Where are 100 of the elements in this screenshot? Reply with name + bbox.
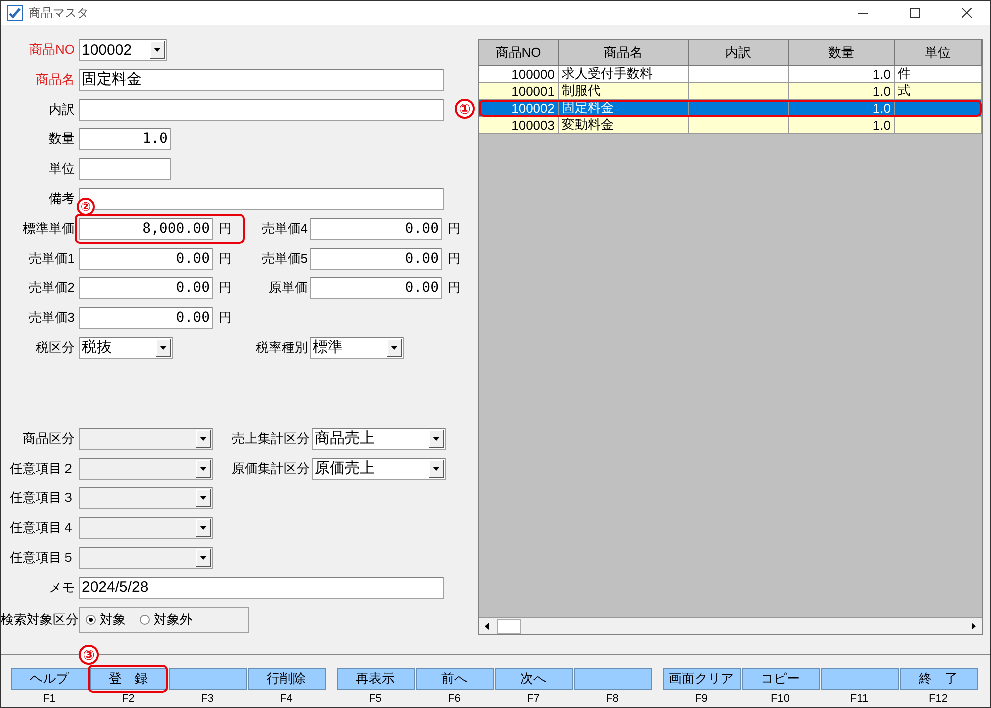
field-label: 備考	[48, 190, 76, 208]
dropdown-field[interactable]	[79, 517, 213, 540]
dropdown-field[interactable]	[79, 458, 213, 480]
function-button[interactable]: 終 了	[900, 668, 978, 690]
function-button[interactable]	[168, 668, 246, 690]
dropdown-button[interactable]	[429, 460, 444, 478]
number-field[interactable]: 0.00	[310, 248, 442, 270]
table-cell: 変動料金	[559, 117, 689, 134]
key-label: F1	[43, 693, 56, 706]
table-cell: 100003	[479, 117, 559, 134]
dropdown-field[interactable]: 標準	[310, 336, 404, 359]
callout-number: ①	[455, 99, 475, 119]
currency-label: 円	[219, 309, 233, 328]
function-button[interactable]: 次へ	[494, 668, 572, 690]
text-field[interactable]: 1.0	[79, 128, 171, 150]
dropdown-button[interactable]	[196, 430, 211, 448]
caret-icon	[200, 466, 207, 471]
caret-icon	[160, 346, 167, 350]
dropdown-field[interactable]	[79, 428, 213, 450]
caret-icon	[433, 436, 440, 441]
dropdown-button[interactable]	[387, 338, 402, 357]
number-field[interactable]: 0.00	[79, 307, 213, 330]
text-field[interactable]	[79, 158, 171, 180]
caret-icon	[200, 496, 207, 500]
number-field[interactable]: 8,000.00	[79, 218, 213, 240]
table-cell: 1.0	[789, 83, 895, 100]
dropdown-button[interactable]	[429, 430, 444, 448]
key-label: F4	[280, 693, 293, 706]
number-field[interactable]: 0.00	[310, 218, 442, 240]
dropdown-button[interactable]	[196, 548, 211, 567]
dropdown-button[interactable]	[156, 338, 171, 357]
field-label: 任意項目３	[9, 489, 76, 508]
currency-label: 円	[448, 250, 462, 268]
radio-option[interactable]: 対象外	[140, 610, 193, 629]
field-label: 売単価1	[28, 250, 76, 268]
field-label: 任意項目５	[9, 548, 76, 567]
function-button[interactable]	[574, 668, 652, 690]
field-label: 売単価2	[28, 279, 76, 298]
table-cell: 制服代	[559, 83, 689, 100]
currency-label: 円	[219, 220, 233, 238]
dropdown-field[interactable]: 100002	[79, 39, 167, 61]
field-label: 任意項目４	[9, 519, 76, 538]
currency-label: 円	[448, 279, 462, 298]
maximize-icon[interactable]	[910, 8, 920, 18]
function-button[interactable]: 画面クリア	[662, 668, 740, 690]
grid-row[interactable]: 100001 制服代 1.0 式	[479, 83, 982, 100]
close-icon[interactable]	[962, 8, 972, 18]
field-label: 内訳	[48, 100, 76, 119]
key-label: F5	[369, 693, 382, 706]
function-button[interactable]: 行削除	[248, 668, 326, 690]
field-label: 売単価4	[260, 220, 309, 238]
dropdown-button[interactable]	[196, 489, 211, 508]
field-label: 標準単価	[22, 220, 76, 238]
window-title: 商品マスタ	[29, 4, 90, 22]
dropdown-button[interactable]	[196, 460, 211, 478]
grid-row[interactable]: 100003 変動料金 1.0	[479, 117, 982, 134]
text-field[interactable]	[79, 188, 444, 210]
column-header[interactable]: 単位	[895, 40, 982, 66]
radio-option[interactable]: 対象	[86, 610, 126, 629]
function-button[interactable]: 前へ	[416, 668, 494, 690]
caret-icon	[200, 556, 207, 560]
dropdown-field[interactable]	[79, 487, 213, 510]
key-label: F12	[929, 693, 948, 706]
right-arrow-icon	[972, 622, 976, 630]
field-label: メモ	[48, 578, 76, 597]
dropdown-field[interactable]: 商品売上	[312, 428, 446, 450]
field-label: 任意項目２	[9, 460, 76, 478]
field-label: 数量	[48, 130, 76, 148]
text-field[interactable]: 2024/5/28	[79, 576, 444, 599]
field-label: 検索対象区分	[1, 610, 79, 629]
dropdown-button[interactable]	[150, 41, 165, 59]
caret-icon	[433, 466, 440, 471]
key-label: F3	[201, 693, 214, 706]
app-icon	[7, 5, 23, 21]
number-field[interactable]: 0.00	[79, 248, 213, 270]
field-label: 売上集計区分	[231, 430, 311, 448]
number-field[interactable]: 0.00	[310, 277, 442, 300]
scrollbar-thumb[interactable]	[497, 618, 521, 634]
dropdown-field[interactable]: 税抜	[79, 336, 173, 359]
text-field[interactable]: 固定料金	[79, 68, 444, 91]
function-button[interactable]	[820, 668, 898, 690]
column-header[interactable]: 内訳	[689, 40, 789, 66]
field-label: 原単価	[268, 279, 309, 298]
function-button[interactable]: 再表示	[336, 668, 414, 690]
dropdown-button[interactable]	[196, 519, 211, 538]
function-button[interactable]: コピー	[742, 668, 820, 690]
dropdown-field[interactable]	[79, 546, 213, 569]
caret-icon	[154, 48, 161, 52]
grid-row[interactable]: 100000 求人受付手数料 1.0 件	[479, 66, 982, 83]
column-header[interactable]: 商品NO	[479, 40, 559, 66]
table-cell: 1.0	[789, 117, 895, 134]
text-field[interactable]	[79, 98, 444, 121]
callout-number: ③	[79, 645, 99, 666]
dropdown-field[interactable]: 原価売上	[312, 458, 446, 480]
column-header[interactable]: 商品名	[559, 40, 689, 66]
function-button[interactable]: ヘルプ	[10, 668, 88, 690]
function-button[interactable]: 登 録	[90, 668, 168, 690]
column-header[interactable]: 数量	[789, 40, 895, 66]
number-field[interactable]: 0.00	[79, 277, 213, 300]
key-label: F2	[122, 693, 135, 706]
